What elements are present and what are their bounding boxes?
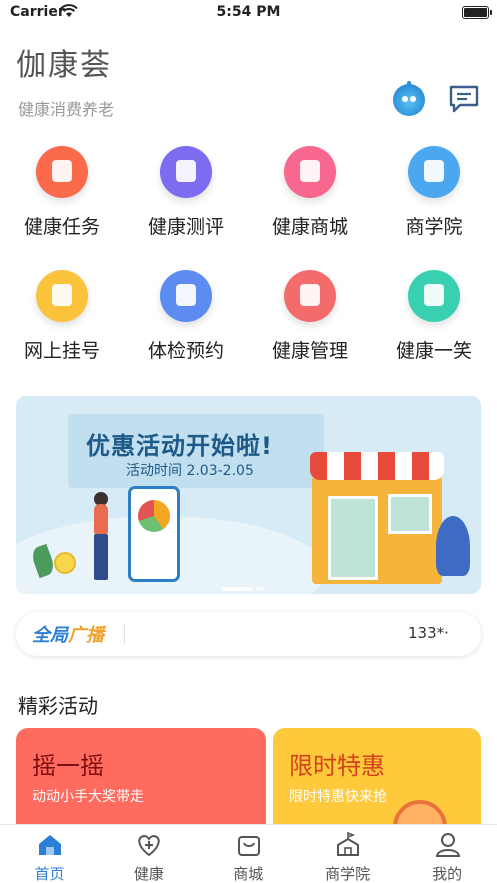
tab-label: 商城 xyxy=(233,865,264,883)
app-header: 伽康荟 健康消费养老 xyxy=(0,26,497,130)
clock-time: 5:54 PM xyxy=(216,4,281,20)
app-title: 伽康荟 xyxy=(16,48,112,83)
home-icon xyxy=(39,835,61,855)
robot-icon[interactable] xyxy=(393,81,425,116)
shake-card[interactable]: 摇一摇 动动小手大奖带走 xyxy=(16,728,266,824)
grid-glyph xyxy=(300,160,320,182)
flash-sale-card-subtitle: 限时特惠快来抢 xyxy=(289,789,387,805)
broadcast-divider xyxy=(124,624,125,644)
school-icon xyxy=(337,831,360,856)
broadcast-bar[interactable]: 全局广播 133*· xyxy=(16,612,481,656)
person-illustration xyxy=(94,504,108,534)
grid-item-3[interactable]: 健康商城 xyxy=(248,130,372,242)
grid-item-label: 健康管理 xyxy=(271,340,348,362)
awning-illustration xyxy=(310,452,444,480)
broadcast-tag: 全局广播 xyxy=(32,621,104,647)
app-subtitle: 健康消费养老 xyxy=(18,100,115,119)
robot-eye-left xyxy=(402,96,408,102)
activities-section: 精彩活动 摇一摇 动动小手大奖带走 限时特惠 限时特惠快来抢 xyxy=(0,670,497,824)
carousel-dot[interactable] xyxy=(256,587,264,591)
tab-label: 首页 xyxy=(34,865,65,883)
grid-item-label: 网上挂号 xyxy=(23,340,100,362)
shake-card-subtitle: 动动小手大奖带走 xyxy=(32,789,144,805)
grid-item-6[interactable]: 体检预约 xyxy=(124,254,248,366)
pie-illustration xyxy=(138,500,170,532)
grid-item-2[interactable]: 健康测评 xyxy=(124,130,248,242)
health-heart-icon xyxy=(138,834,161,857)
flash-sale-card[interactable]: 限时特惠 限时特惠快来抢 xyxy=(273,728,481,824)
robot-eye-right xyxy=(410,96,416,102)
battery-icon xyxy=(462,6,492,19)
feature-grid: 健康任务 健康测评 健康商城 商学院网上挂号 体检预约 健康管理 健康一笑 xyxy=(0,130,497,380)
status-bar: Carrier 5:54 PM xyxy=(0,0,497,26)
grid-glyph xyxy=(52,160,72,182)
robot-antenna xyxy=(407,81,411,87)
bush-illustration xyxy=(436,516,470,576)
school-icon xyxy=(408,146,460,198)
broadcast-tag-part2: 广播 xyxy=(68,625,104,646)
window-illustration xyxy=(388,494,432,534)
grid-item-label: 健康一笑 xyxy=(395,340,472,362)
door-illustration xyxy=(328,496,378,580)
banner-section: 优惠活动开始啦! 活动时间 2.03-2.05 xyxy=(0,380,497,596)
grid-item-1[interactable]: 健康任务 xyxy=(0,130,124,242)
grid-item-label: 健康任务 xyxy=(23,216,100,238)
profile-icon xyxy=(435,833,460,857)
layers-icon xyxy=(284,270,336,322)
tab-label: 商学院 xyxy=(325,865,371,883)
smile-icon xyxy=(408,270,460,322)
grid-glyph xyxy=(52,284,72,306)
calendar-icon xyxy=(36,270,88,322)
grid-item-label: 体检预约 xyxy=(147,340,224,362)
grid-item-5[interactable]: 网上挂号 xyxy=(0,254,124,366)
grid-glyph xyxy=(424,160,444,182)
shop-bag-icon xyxy=(284,146,336,198)
tab-4[interactable]: 商学院 xyxy=(298,825,397,883)
broadcast-tag-part1: 全局 xyxy=(32,625,68,646)
shake-card-title: 摇一摇 xyxy=(32,752,104,780)
tab-label: 我的 xyxy=(432,865,463,883)
section-title: 精彩活动 xyxy=(18,694,98,718)
tab-5[interactable]: 我的 xyxy=(398,825,497,883)
tab-label: 健康 xyxy=(133,865,164,883)
alarm-clock-icon xyxy=(393,800,447,824)
promo-banner[interactable]: 优惠活动开始啦! 活动时间 2.03-2.05 xyxy=(16,396,481,594)
tab-3[interactable]: 商城 xyxy=(199,825,298,883)
grid-glyph xyxy=(424,284,444,306)
broadcast-news[interactable]: 133*· xyxy=(408,624,449,642)
person-legs-illustration xyxy=(94,534,108,580)
grid-item-7[interactable]: 健康管理 xyxy=(248,254,372,366)
grid-item-label: 健康商城 xyxy=(271,216,348,238)
grid-glyph xyxy=(176,284,196,306)
task-icon xyxy=(36,146,88,198)
banner-headline: 优惠活动开始啦! xyxy=(86,432,273,460)
banner-dates: 活动时间 2.03-2.05 xyxy=(126,463,254,479)
shop-icon xyxy=(237,836,260,856)
coin-illustration xyxy=(54,552,76,574)
carousel-dot-active[interactable] xyxy=(222,587,252,591)
evaluation-icon xyxy=(160,146,212,198)
grid-glyph xyxy=(300,284,320,306)
grid-item-4[interactable]: 商学院 xyxy=(372,130,496,242)
tab-1[interactable]: 首页 xyxy=(0,825,99,883)
grid-item-label: 健康测评 xyxy=(147,216,224,238)
tab-2[interactable]: 健康 xyxy=(99,825,198,883)
grid-item-label: 商学院 xyxy=(405,216,463,238)
flash-sale-card-title: 限时特惠 xyxy=(289,752,385,780)
broadcast-section: 全局广播 133*· xyxy=(0,596,497,670)
grid-glyph xyxy=(176,160,196,182)
carousel-dots[interactable] xyxy=(222,576,270,591)
checkup-icon xyxy=(160,270,212,322)
message-icon[interactable] xyxy=(448,84,480,114)
grid-item-8[interactable]: 健康一笑 xyxy=(372,254,496,366)
tab-bar: 首页 健康 商城 商学院 我的 xyxy=(0,824,497,883)
